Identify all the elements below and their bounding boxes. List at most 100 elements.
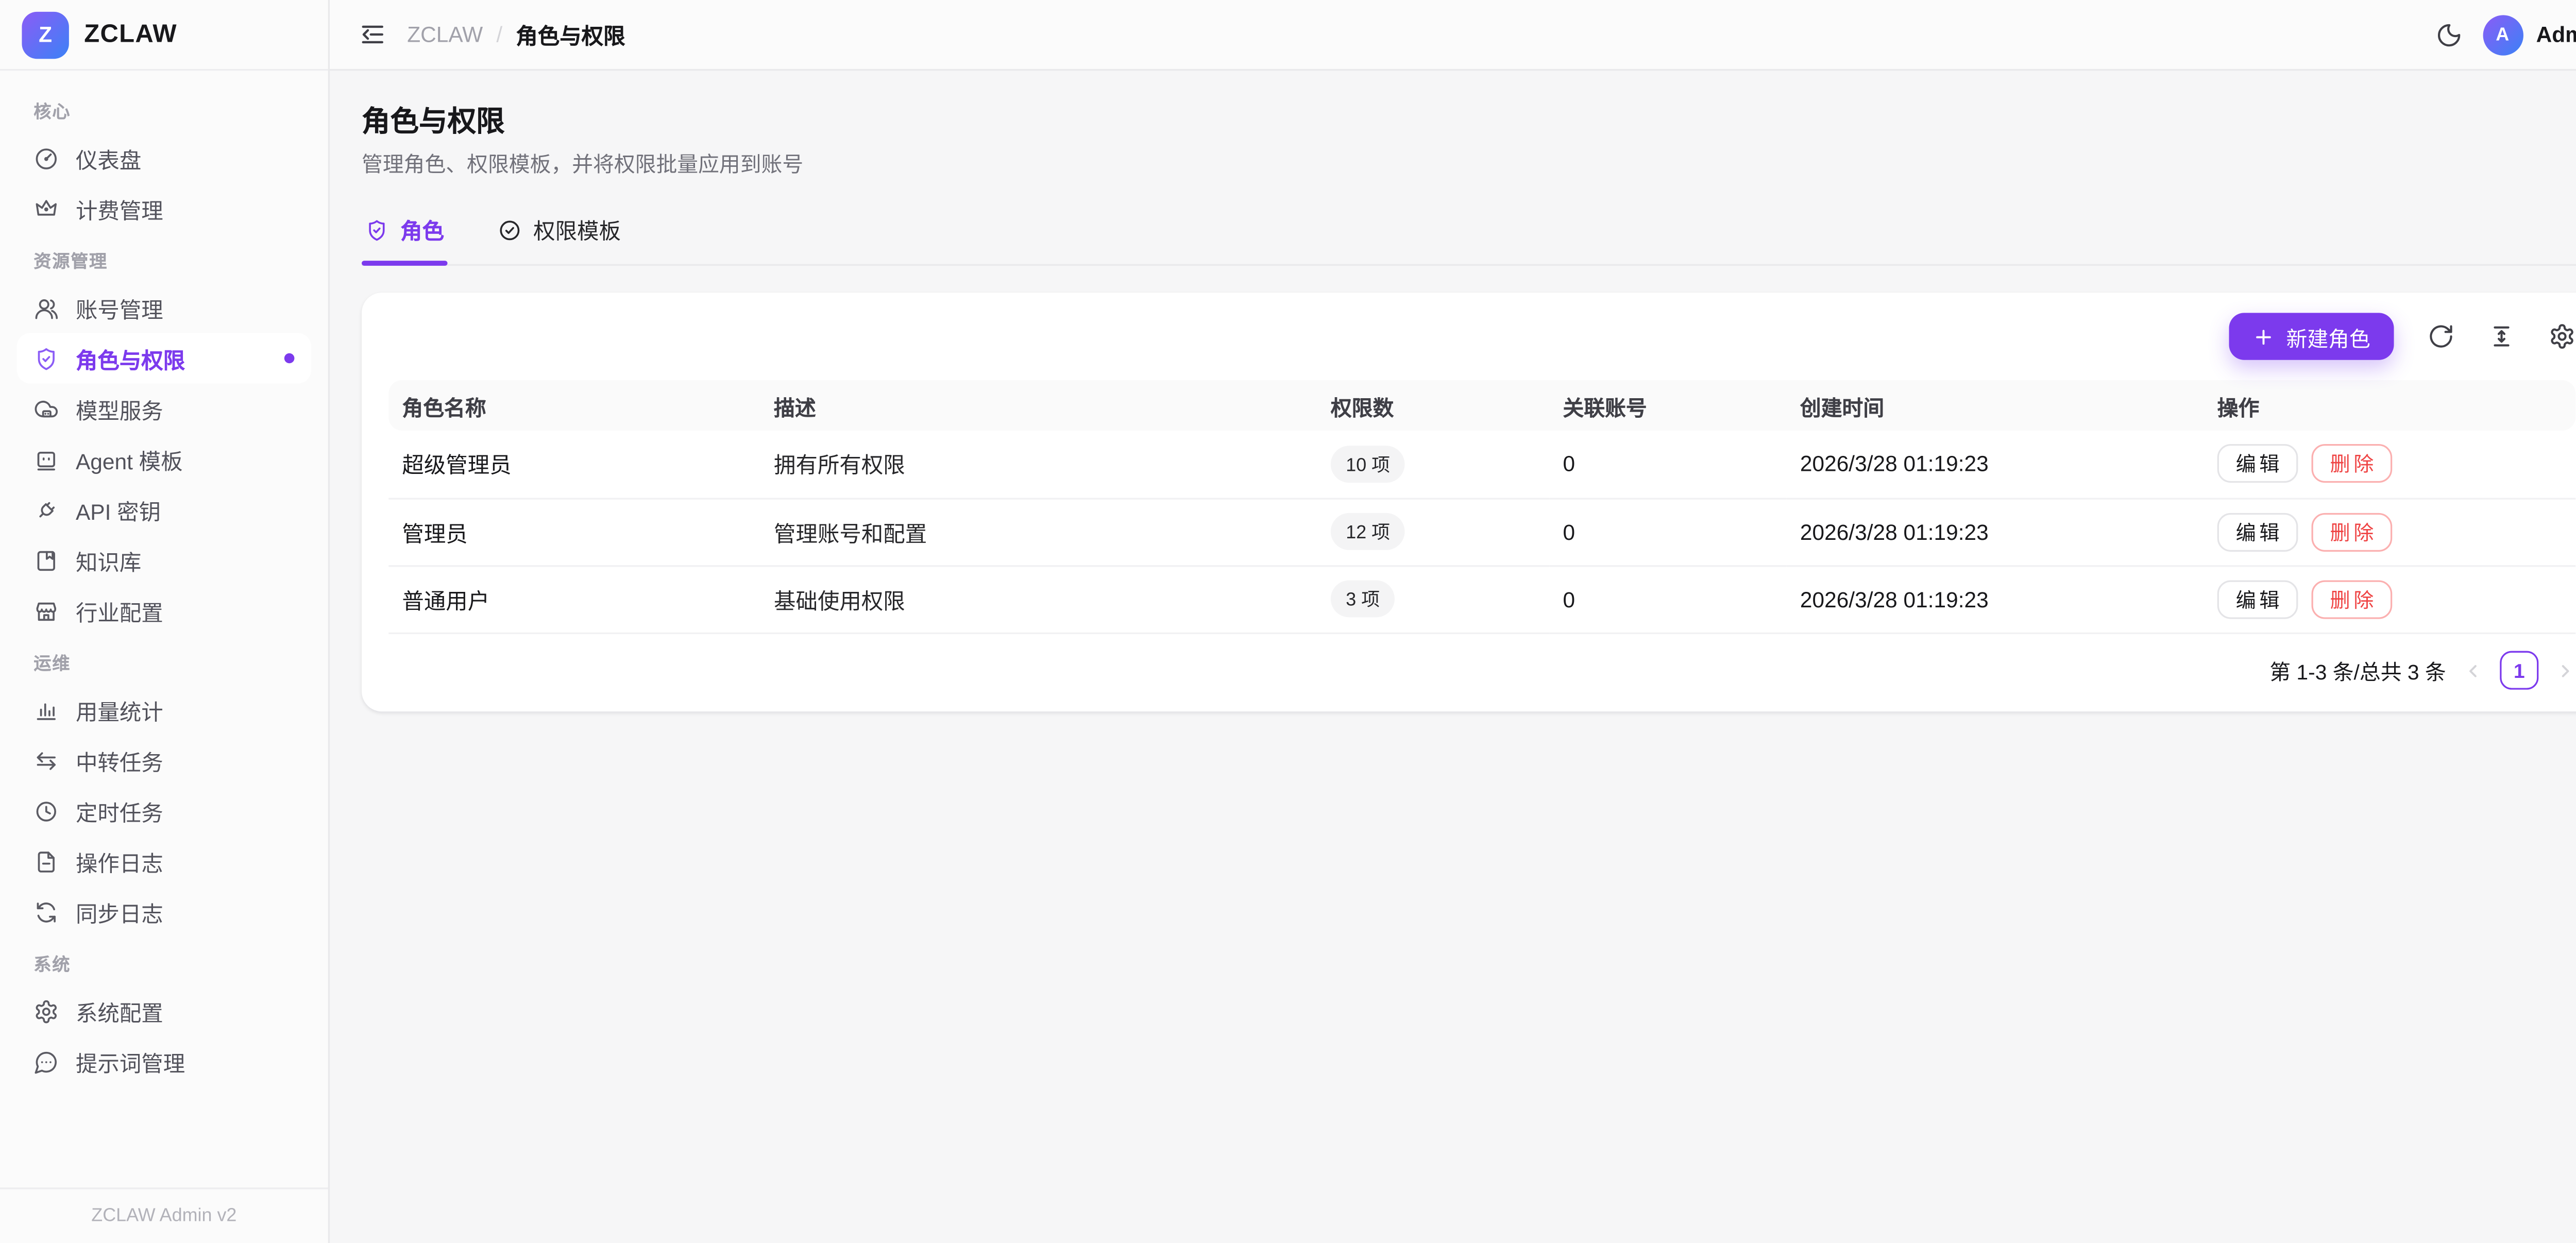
gauge-icon	[33, 145, 59, 171]
tab-permission-templates[interactable]: 权限模板	[495, 214, 624, 264]
sidebar-item-label: 账号管理	[76, 292, 163, 324]
sidebar-logo-row: Z ZCLAW	[0, 0, 328, 71]
table-settings-gear-icon[interactable]	[2549, 323, 2575, 350]
topbar: ZCLAW / 角色与权限 A Admin	[330, 0, 2576, 71]
sidebar-item-api-keys[interactable]: API 密钥	[17, 484, 311, 535]
created-at-value: 2026/3/28 01:19:23	[1787, 431, 2204, 498]
sidebar-item-prompt-management[interactable]: 提示词管理	[17, 1036, 311, 1086]
delete-button[interactable]: 删除	[2312, 445, 2393, 483]
sidebar-item-label: 用量统计	[76, 694, 163, 726]
plug-icon	[33, 497, 59, 522]
linked-accounts-value: 0	[1549, 431, 1786, 498]
sidebar-item-agent-templates[interactable]: Agent 模板	[17, 434, 311, 484]
new-role-button[interactable]: 新建角色	[2229, 313, 2394, 360]
permission-count-badge: 10 项	[1331, 445, 1405, 482]
sidebar-item-label: API 密钥	[76, 493, 161, 525]
sidebar-item-label: 行业配置	[76, 594, 163, 626]
users-icon	[33, 295, 59, 320]
avatar: A	[2482, 14, 2522, 55]
nav-section-resources: 资源管理	[17, 234, 311, 283]
edit-button[interactable]: 编辑	[2217, 580, 2298, 618]
sidebar-item-label: 同步日志	[76, 896, 163, 928]
plus-icon	[2252, 326, 2274, 347]
sidebar-item-sync-logs[interactable]: 同步日志	[17, 887, 311, 937]
table-header-row: 角色名称 描述 权限数 关联账号 创建时间 操作	[388, 380, 2575, 431]
sidebar-item-roles-permissions[interactable]: 角色与权限	[17, 333, 311, 384]
row-density-icon[interactable]	[2488, 323, 2515, 350]
sidebar-item-label: 模型服务	[76, 393, 163, 424]
sidebar-item-label: 定时任务	[76, 795, 163, 827]
permission-count-badge: 3 项	[1331, 581, 1395, 618]
delete-button[interactable]: 删除	[2312, 512, 2393, 551]
row-actions: 编辑 删除	[2217, 512, 2562, 551]
page-title: 角色与权限	[362, 101, 2576, 145]
check-circle-icon	[498, 218, 522, 242]
tab-roles[interactable]: 角色	[362, 214, 448, 264]
sync-icon	[33, 899, 59, 924]
sidebar-item-billing[interactable]: 计费管理	[17, 183, 311, 234]
dark-mode-toggle-moon-icon[interactable]	[2435, 21, 2462, 48]
breadcrumb-separator: /	[496, 22, 502, 47]
delete-button[interactable]: 删除	[2312, 580, 2393, 618]
col-header-created-at: 创建时间	[1787, 380, 2204, 431]
table-row: 超级管理员 拥有所有权限 10 项 0 2026/3/28 01:19:23 编…	[388, 431, 2575, 498]
pagination-summary: 第 1-3 条/总共 3 条	[2269, 654, 2446, 686]
sidebar-item-label: 角色与权限	[76, 342, 185, 374]
sidebar-item-label: 系统配置	[76, 995, 163, 1027]
new-role-label: 新建角色	[2286, 320, 2370, 352]
row-actions: 编辑 删除	[2217, 580, 2562, 618]
edit-button[interactable]: 编辑	[2217, 512, 2298, 551]
shield-check-icon	[33, 346, 59, 371]
role-name: 普通用户	[388, 565, 760, 633]
sidebar-item-industry-config[interactable]: 行业配置	[17, 585, 311, 636]
crown-icon	[33, 196, 59, 221]
col-header-actions: 操作	[2204, 380, 2576, 431]
next-page-chevron-icon[interactable]	[2555, 660, 2575, 680]
sidebar-item-model-services[interactable]: 模型服务	[17, 383, 311, 434]
breadcrumb-root[interactable]: ZCLAW	[407, 22, 483, 47]
sidebar-item-usage-stats[interactable]: 用量统计	[17, 685, 311, 735]
cloud-server-icon	[33, 396, 59, 421]
sidebar-item-relay-tasks[interactable]: 中转任务	[17, 735, 311, 786]
sidebar-nav: 核心 仪表盘 计费管理 资源管理 账号管理	[0, 71, 328, 1187]
sidebar-item-knowledge-base[interactable]: 知识库	[17, 535, 311, 585]
user-menu[interactable]: A Admin	[2482, 14, 2576, 55]
file-text-icon	[33, 848, 59, 874]
linked-accounts-value: 0	[1549, 565, 1786, 633]
app-logo: Z	[22, 11, 69, 58]
bot-icon	[33, 447, 59, 472]
sidebar-version: ZCLAW Admin v2	[0, 1187, 328, 1243]
nav-section-system: 系统	[17, 937, 311, 986]
sidebar-item-accounts[interactable]: 账号管理	[17, 283, 311, 333]
linked-accounts-value: 0	[1549, 498, 1786, 566]
sidebar-item-operation-logs[interactable]: 操作日志	[17, 836, 311, 887]
col-header-permission-count: 权限数	[1317, 380, 1550, 431]
tab-label: 权限模板	[533, 214, 621, 246]
role-description: 拥有所有权限	[760, 431, 1317, 498]
role-description: 管理账号和配置	[760, 498, 1317, 566]
nav-section-core: 核心	[17, 84, 311, 133]
permission-count-badge: 12 项	[1331, 513, 1405, 550]
sidebar: Z ZCLAW 核心 仪表盘 计费管理 资源管理	[0, 0, 330, 1243]
pagination: 第 1-3 条/总共 3 条 1	[388, 650, 2575, 690]
clock-icon	[33, 798, 59, 823]
col-header-linked-accounts: 关联账号	[1549, 380, 1786, 431]
edit-button[interactable]: 编辑	[2217, 445, 2298, 483]
sidebar-item-label: 操作日志	[76, 845, 163, 877]
collapse-sidebar-icon[interactable]	[359, 20, 387, 49]
sidebar-item-scheduled-tasks[interactable]: 定时任务	[17, 786, 311, 836]
sidebar-item-dashboard[interactable]: 仪表盘	[17, 133, 311, 183]
table-row: 普通用户 基础使用权限 3 项 0 2026/3/28 01:19:23 编辑 …	[388, 565, 2575, 633]
tab-bar: 角色 权限模板	[362, 214, 2576, 266]
sidebar-item-label: Agent 模板	[76, 443, 183, 475]
shield-check-icon	[365, 218, 389, 242]
prev-page-chevron-icon[interactable]	[2463, 660, 2483, 680]
sidebar-item-system-config[interactable]: 系统配置	[17, 985, 311, 1036]
card-toolbar: 新建角色	[388, 313, 2575, 360]
gear-icon	[33, 998, 59, 1024]
page-content: 角色与权限 管理角色、权限模板，并将权限批量应用到账号 角色 权限模板	[330, 71, 2576, 1243]
arrows-transfer-icon	[33, 747, 59, 773]
page-number-button[interactable]: 1	[2500, 651, 2538, 690]
sidebar-item-label: 中转任务	[76, 744, 163, 776]
refresh-icon[interactable]	[2428, 323, 2454, 350]
